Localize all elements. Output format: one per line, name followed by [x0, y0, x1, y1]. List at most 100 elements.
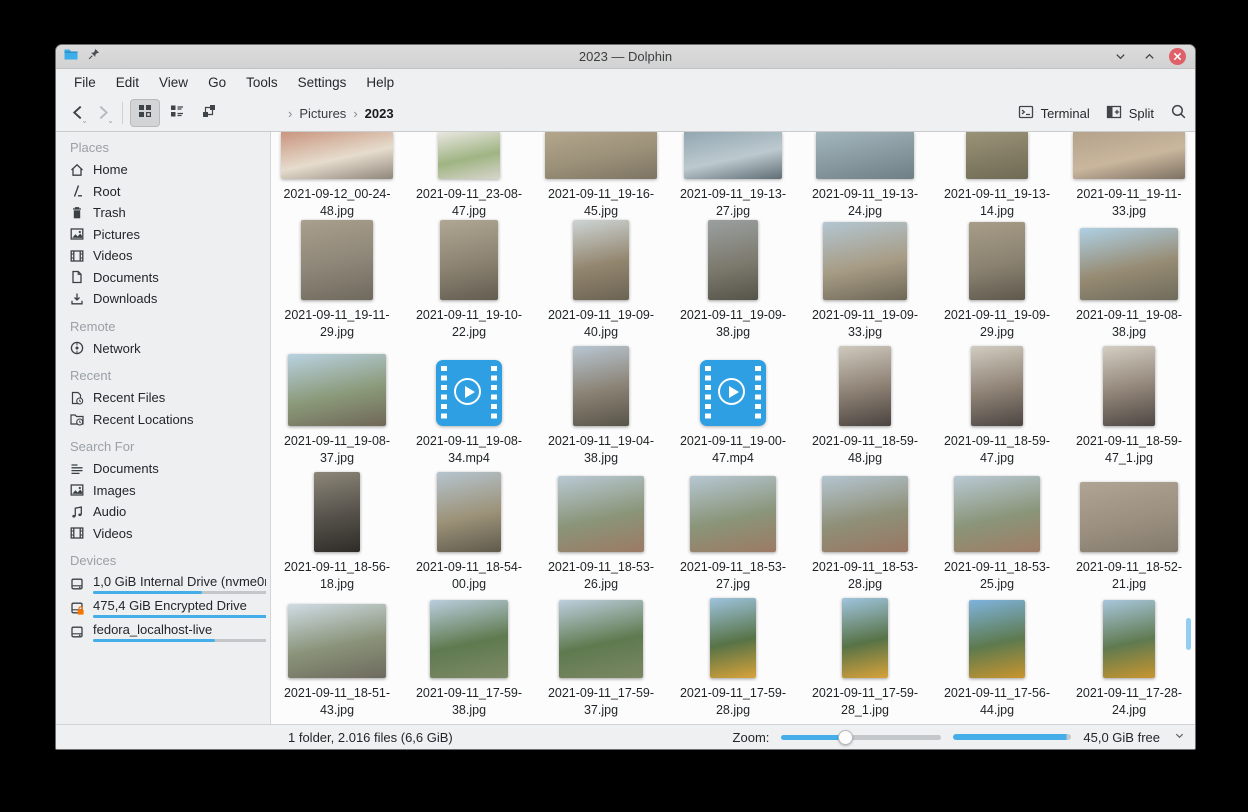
file-item-2021-09-11-18-59-47-jpg[interactable]: 2021-09-11_18-59-47.jpg [931, 346, 1063, 474]
file-item-2021-09-11-19-09-33-jpg[interactable]: 2021-09-11_19-09-33.jpg [799, 220, 931, 348]
sidebar-item-1-0-gib-internal-drive-nvme0[interactable]: 1,0 GiB Internal Drive (nvme0n... [69, 572, 266, 596]
file-item-2021-09-11-19-08-37-jpg[interactable]: 2021-09-11_19-08-37.jpg [271, 346, 403, 474]
sidebar-item-documents[interactable]: Documents [69, 267, 266, 289]
file-item-2021-09-11-18-53-27-jpg[interactable]: 2021-09-11_18-53-27.jpg [667, 472, 799, 600]
maximize-button[interactable] [1140, 48, 1158, 66]
sidebar-item-downloads[interactable]: Downloads [69, 288, 266, 310]
terminal-button[interactable]: Terminal [1018, 104, 1090, 123]
file-item-2021-09-11-17-59-37-jpg[interactable]: 2021-09-11_17-59-37.jpg [535, 598, 667, 724]
sidebar-item-recent-files[interactable]: Recent Files [69, 387, 266, 409]
sidebar-item-home[interactable]: Home [69, 159, 266, 181]
sidebar-item-videos[interactable]: Videos [69, 523, 266, 545]
file-item-2021-09-11-19-08-38-jpg[interactable]: 2021-09-11_19-08-38.jpg [1063, 220, 1195, 348]
file-name: 2021-09-12_00-24-48.jpg [277, 186, 397, 221]
sidebar-item-documents[interactable]: Documents [69, 458, 266, 480]
zoom-slider[interactable] [781, 735, 941, 740]
file-item-2021-09-11-19-13-24-jpg[interactable]: 2021-09-11_19-13-24.jpg [799, 132, 931, 227]
split-button[interactable]: Split [1106, 104, 1154, 123]
file-item-2021-09-11-23-08-47-jpg[interactable]: 2021-09-11_23-08-47.jpg [403, 132, 535, 227]
file-item-2021-09-11-17-59-38-jpg[interactable]: 2021-09-11_17-59-38.jpg [403, 598, 535, 724]
search-button[interactable] [1170, 103, 1187, 123]
sidebar-item-videos[interactable]: Videos [69, 245, 266, 267]
file-item-2021-09-11-18-53-28-jpg[interactable]: 2021-09-11_18-53-28.jpg [799, 472, 931, 600]
forward-button[interactable]: ⌄ [90, 99, 116, 127]
icons-view-button[interactable] [130, 99, 160, 127]
sidebar-item-label: Root [93, 184, 120, 199]
sidebar-item-root[interactable]: Root [69, 181, 266, 203]
sidebar-item-recent-locations[interactable]: Recent Locations [69, 409, 266, 431]
menu-tools[interactable]: Tools [236, 72, 288, 93]
photo-thumbnail [430, 600, 508, 678]
file-item-2021-09-11-17-28-24-jpg[interactable]: 2021-09-11_17-28-24.jpg [1063, 598, 1195, 724]
breadcrumb-chevron-icon: › [288, 106, 292, 121]
breadcrumb-pictures[interactable]: Pictures [299, 106, 346, 121]
file-item-2021-09-11-18-56-18-jpg[interactable]: 2021-09-11_18-56-18.jpg [271, 472, 403, 600]
photo-thumbnail [842, 598, 888, 678]
file-name: 2021-09-11_19-13-27.jpg [673, 186, 793, 221]
breadcrumb-chevron-icon: › [353, 106, 357, 121]
file-item-2021-09-11-19-09-40-jpg[interactable]: 2021-09-11_19-09-40.jpg [535, 220, 667, 348]
file-item-2021-09-11-17-56-44-jpg[interactable]: 2021-09-11_17-56-44.jpg [931, 598, 1063, 724]
file-item-2021-09-11-18-52-21-jpg[interactable]: 2021-09-11_18-52-21.jpg [1063, 472, 1195, 600]
file-item-2021-09-11-19-08-34-mp4[interactable]: 2021-09-11_19-08-34.mp4 [403, 346, 535, 474]
audio-icon [69, 504, 85, 520]
file-item-2021-09-11-19-13-27-jpg[interactable]: 2021-09-11_19-13-27.jpg [667, 132, 799, 227]
zoom-slider-handle[interactable] [838, 730, 853, 745]
minimize-button[interactable] [1111, 48, 1129, 66]
sidebar-item-label: Trash [93, 205, 126, 220]
sidebar-item-audio[interactable]: Audio [69, 501, 266, 523]
video-thumbnail [700, 360, 766, 426]
menu-edit[interactable]: Edit [106, 72, 149, 93]
file-item-2021-09-11-19-09-29-jpg[interactable]: 2021-09-11_19-09-29.jpg [931, 220, 1063, 348]
details-view-button[interactable] [162, 99, 192, 127]
titlebar[interactable]: 2023 — Dolphin [56, 45, 1195, 69]
file-item-2021-09-11-17-59-28-1-jpg[interactable]: 2021-09-11_17-59-28_1.jpg [799, 598, 931, 724]
file-item-2021-09-11-18-53-26-jpg[interactable]: 2021-09-11_18-53-26.jpg [535, 472, 667, 600]
sidebar-section-search-for: Search For [70, 439, 266, 454]
file-item-2021-09-12-00-24-48-jpg[interactable]: 2021-09-12_00-24-48.jpg [271, 132, 403, 227]
vertical-scrollbar-thumb[interactable] [1186, 618, 1191, 650]
menu-file[interactable]: File [64, 72, 106, 93]
file-item-2021-09-11-19-09-38-jpg[interactable]: 2021-09-11_19-09-38.jpg [667, 220, 799, 348]
forward-dropdown-caret[interactable]: ⌄ [107, 117, 114, 125]
sidebar-item-pictures[interactable]: Pictures [69, 224, 266, 246]
file-name: 2021-09-11_19-09-33.jpg [805, 307, 925, 342]
menu-view[interactable]: View [149, 72, 198, 93]
photo-thumbnail [573, 220, 629, 300]
file-name: 2021-09-11_18-53-26.jpg [541, 559, 661, 594]
file-item-2021-09-11-18-53-25-jpg[interactable]: 2021-09-11_18-53-25.jpg [931, 472, 1063, 600]
tree-view-button[interactable] [194, 99, 224, 127]
sidebar-item-trash[interactable]: Trash [69, 202, 266, 224]
file-name: 2021-09-11_18-51-43.jpg [277, 685, 397, 720]
breadcrumb-current-folder[interactable]: 2023 [365, 106, 394, 121]
close-button[interactable] [1169, 48, 1186, 65]
device-label: 475,4 GiB Encrypted Drive [93, 598, 266, 613]
file-item-2021-09-11-19-13-14-jpg[interactable]: 2021-09-11_19-13-14.jpg [931, 132, 1063, 227]
play-icon [454, 378, 481, 405]
file-item-2021-09-11-17-59-28-jpg[interactable]: 2021-09-11_17-59-28.jpg [667, 598, 799, 724]
file-name: 2021-09-11_19-16-45.jpg [541, 186, 661, 221]
file-item-2021-09-11-19-11-33-jpg[interactable]: 2021-09-11_19-11-33.jpg [1063, 132, 1195, 227]
file-item-2021-09-11-19-16-45-jpg[interactable]: 2021-09-11_19-16-45.jpg [535, 132, 667, 227]
chevron-down-icon[interactable] [1174, 730, 1185, 744]
sidebar-item-images[interactable]: Images [69, 480, 266, 502]
sidebar-item-475-4-gib-encrypted-drive[interactable]: 475,4 GiB Encrypted Drive [69, 596, 266, 620]
file-item-2021-09-11-19-11-29-jpg[interactable]: 2021-09-11_19-11-29.jpg [271, 220, 403, 348]
statusbar: 1 folder, 2.016 files (6,6 GiB) Zoom: 45… [56, 724, 1195, 749]
file-item-2021-09-11-18-59-47-1-jpg[interactable]: 2021-09-11_18-59-47_1.jpg [1063, 346, 1195, 474]
menu-help[interactable]: Help [356, 72, 404, 93]
back-dropdown-caret[interactable]: ⌄ [81, 117, 88, 125]
menu-settings[interactable]: Settings [288, 72, 357, 93]
file-item-2021-09-11-19-00-47-mp4[interactable]: 2021-09-11_19-00-47.mp4 [667, 346, 799, 474]
sidebar-item-fedora-localhost-live[interactable]: fedora_localhost-live [69, 620, 266, 644]
back-button[interactable]: ⌄ [64, 99, 90, 127]
file-item-2021-09-11-19-04-38-jpg[interactable]: 2021-09-11_19-04-38.jpg [535, 346, 667, 474]
sidebar-item-network[interactable]: Network [69, 338, 266, 360]
file-item-2021-09-11-18-59-48-jpg[interactable]: 2021-09-11_18-59-48.jpg [799, 346, 931, 474]
folder-view[interactable]: 2021-09-12_00-24-48.jpg2021-09-11_23-08-… [271, 132, 1195, 724]
file-item-2021-09-11-18-54-00-jpg[interactable]: 2021-09-11_18-54-00.jpg [403, 472, 535, 600]
file-item-2021-09-11-18-51-43-jpg[interactable]: 2021-09-11_18-51-43.jpg [271, 598, 403, 724]
file-item-2021-09-11-19-10-22-jpg[interactable]: 2021-09-11_19-10-22.jpg [403, 220, 535, 348]
menu-go[interactable]: Go [198, 72, 236, 93]
file-name: 2021-09-11_18-53-25.jpg [937, 559, 1057, 594]
